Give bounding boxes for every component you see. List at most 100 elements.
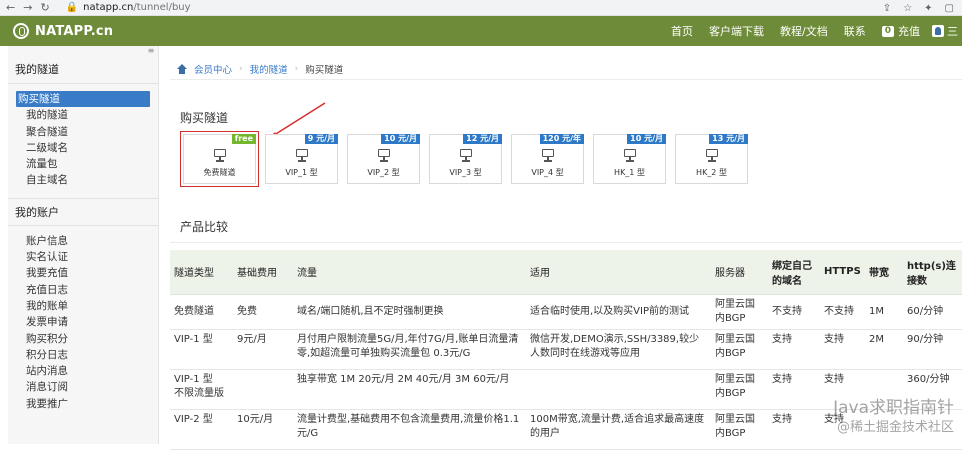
- back-icon[interactable]: ←: [6, 1, 15, 14]
- computer-icon: [705, 149, 718, 163]
- table-cell: 10元/月: [233, 409, 293, 450]
- table-header: 流量: [293, 250, 526, 295]
- sidebar-item-subdomains[interactable]: 二级域名: [16, 140, 150, 156]
- price-tag: 12 元/月: [463, 134, 502, 144]
- sidebar-item-my-tunnels[interactable]: 我的隧道: [16, 107, 150, 123]
- table-cell: 免费: [233, 294, 293, 330]
- nav-download[interactable]: 客户端下载: [709, 23, 764, 39]
- table-header: 带宽: [865, 250, 903, 295]
- tunnel-card-vip3[interactable]: 12 元/月 VIP_3 型: [429, 134, 502, 184]
- sidebar-item-custom-domain[interactable]: 自主域名: [16, 172, 150, 188]
- table-cell: 1M: [865, 294, 903, 330]
- sidebar-item-recharge[interactable]: 我要充值: [16, 265, 150, 281]
- sidebar-item-buy-tunnel[interactable]: 购买隧道: [16, 91, 150, 108]
- sidebar-section-account[interactable]: 我的账户: [8, 197, 158, 226]
- price-tag: 10 元/月: [381, 134, 420, 144]
- table-cell: 支持: [768, 329, 820, 370]
- star-icon[interactable]: ☆: [903, 3, 912, 14]
- card-label: HK_2 型: [696, 168, 727, 177]
- breadcrumb-parent[interactable]: 我的隧道: [250, 62, 288, 76]
- table-header: HTTPS: [820, 250, 865, 295]
- sidebar-item-verification[interactable]: 实名认证: [16, 249, 150, 265]
- table-cell: 9元/月: [233, 329, 293, 370]
- sidebar: ≡ 我的隧道 购买隧道 我的隧道 聚合隧道 二级域名 流量包 自主域名 我的账户…: [8, 46, 159, 444]
- compare-heading: 产品比较: [180, 220, 229, 234]
- table-row: VIP-1 型 9元/月 月付用户限制流量5G/月,年付7G/月,账单日流量清零…: [170, 329, 962, 370]
- sidebar-item-bills[interactable]: 我的账单: [16, 298, 150, 314]
- breadcrumb-separator: ›: [294, 63, 299, 74]
- table-row: 免费隧道 免费 域名/端口随机,且不定时强制更换 适合临时使用,以及购买VIP前…: [170, 294, 962, 330]
- address-bar[interactable]: 🔒 natapp.cn/tunnel/buy: [66, 2, 191, 13]
- breadcrumb-separator: ›: [239, 63, 243, 74]
- sidebar-item-buy-points[interactable]: 购买积分: [16, 331, 150, 347]
- table-cell: 支持: [820, 329, 865, 370]
- sidebar-item-messages[interactable]: 站内消息: [16, 363, 150, 379]
- card-label: 免费隧道: [203, 168, 236, 177]
- sidebar-section-tunnels[interactable]: 我的隧道: [8, 56, 158, 84]
- price-tag: 13 元/月: [709, 134, 748, 144]
- table-cell: 流量计费型,基础费用不包含流量费用,流量价格1.1元/G: [293, 409, 526, 450]
- reload-icon[interactable]: ↻: [40, 1, 49, 14]
- breadcrumb-home[interactable]: 会员中心: [194, 62, 232, 76]
- lock-icon: 🔒: [65, 2, 79, 13]
- table-cell: 2M: [865, 329, 903, 370]
- tunnel-card-vip2[interactable]: 10 元/月 VIP_2 型: [347, 134, 420, 184]
- top-navbar: NATAPP.cn 首页 客户端下载 教程/文档 联系 0 充值 三: [0, 16, 962, 46]
- sidebar-item-traffic-pack[interactable]: 流量包: [16, 156, 150, 172]
- divider: [170, 242, 962, 243]
- nav-docs[interactable]: 教程/文档: [780, 23, 828, 39]
- sidebar-item-points-log[interactable]: 积分日志: [16, 347, 150, 363]
- price-tag: 120 元/年: [539, 134, 584, 144]
- share-icon[interactable]: ⇪: [883, 3, 891, 14]
- logo[interactable]: NATAPP.cn: [13, 23, 113, 39]
- buy-heading: 购买隧道: [180, 111, 229, 125]
- recharge-link[interactable]: 充值: [898, 23, 920, 39]
- forward-icon[interactable]: →: [23, 1, 32, 14]
- extensions-icon[interactable]: ✦: [924, 3, 932, 14]
- url-path: /tunnel/buy: [133, 2, 191, 13]
- sidebar-toggle-icon[interactable]: ≡: [146, 47, 156, 55]
- user-icon[interactable]: [932, 25, 944, 37]
- table-cell: 阿里云国内BGP: [711, 369, 768, 410]
- sidebar-item-invoice[interactable]: 发票申请: [16, 314, 150, 330]
- computer-icon: [377, 149, 390, 163]
- table-cell: 不支持: [820, 294, 865, 330]
- table-cell: 60/分钟: [903, 294, 962, 330]
- tunnel-card-vip1[interactable]: 9 元/月 VIP_1 型: [265, 134, 338, 184]
- window-icon[interactable]: ▢: [945, 3, 954, 14]
- balance[interactable]: 0 充值: [881, 23, 920, 39]
- sidebar-item-aggregate-tunnels[interactable]: 聚合隧道: [16, 124, 150, 140]
- card-label: VIP_2 型: [367, 168, 400, 177]
- table-cell: 阿里云国内BGP: [711, 294, 768, 330]
- table-cell: 90/分钟: [903, 329, 962, 370]
- table-cell: 适合临时使用,以及购买VIP前的测试: [526, 294, 711, 330]
- tunnel-card-hk2[interactable]: 13 元/月 HK_2 型: [675, 134, 748, 184]
- breadcrumb: 会员中心 › 我的隧道 › 购买隧道: [170, 58, 962, 80]
- watermark-line1: Java求职指南针: [833, 398, 954, 418]
- sidebar-item-account-info[interactable]: 账户信息: [16, 233, 150, 249]
- table-cell: 100M带宽,流量计费,适合追求最高速度的用户: [526, 409, 711, 450]
- nav-contact[interactable]: 联系: [844, 23, 866, 39]
- table-cell: VIP-1 型: [170, 329, 233, 370]
- sidebar-item-recharge-log[interactable]: 充值日志: [16, 282, 150, 298]
- price-tag: 9 元/月: [304, 134, 338, 144]
- table-cell: VIP-2 型: [170, 409, 233, 450]
- table-cell: 免费隧道: [170, 294, 233, 330]
- tunnel-card-vip4[interactable]: 120 元/年 VIP_4 型: [511, 134, 584, 184]
- home-icon[interactable]: [177, 63, 187, 74]
- logo-icon: [13, 23, 29, 39]
- table-cell: 支持: [768, 369, 820, 410]
- table-header: 隧道类型: [170, 250, 233, 295]
- tunnel-card-free[interactable]: free 免费隧道: [180, 131, 259, 187]
- url-host: natapp.cn: [83, 2, 134, 13]
- tunnel-card-hk1[interactable]: 10 元/月 HK_1 型: [593, 134, 666, 184]
- logo-text: NATAPP.cn: [35, 23, 114, 39]
- sidebar-item-referral[interactable]: 我要推广: [16, 396, 150, 412]
- menu-icon[interactable]: 三: [947, 23, 958, 39]
- sidebar-account-list: 账户信息 实名认证 我要充值 充值日志 我的账单 发票申请 购买积分 积分日志 …: [8, 226, 158, 419]
- nav-links: 首页 客户端下载 教程/文档 联系 0 充值 三: [663, 16, 962, 46]
- table-cell: 独享带宽 1M 20元/月 2M 40元/月 3M 60元/月: [293, 369, 526, 410]
- sidebar-item-subscriptions[interactable]: 消息订阅: [16, 379, 150, 395]
- nav-home[interactable]: 首页: [671, 23, 693, 39]
- table-cell: 不支持: [768, 294, 820, 330]
